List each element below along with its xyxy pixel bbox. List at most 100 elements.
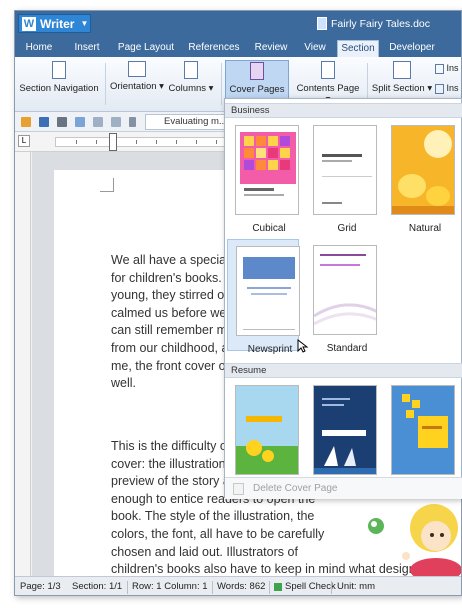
section-navigation-label: Section Navigation [19, 83, 99, 94]
app-menu-button[interactable]: W Writer ▼ [18, 14, 91, 33]
ruler-tick [196, 140, 197, 144]
contents-page-icon [321, 61, 335, 79]
insert-label-2: Ins [446, 83, 459, 93]
insert-icon [435, 63, 444, 74]
spell-check-icon [274, 582, 282, 591]
ruler-tick [76, 140, 77, 144]
newsprint-thumbnail [236, 246, 300, 336]
resume-3-thumbnail [391, 385, 455, 475]
section-navigation-icon [52, 61, 66, 79]
chevron-down-icon: ▼ [80, 19, 89, 28]
spell-check-label: Spell Check [285, 581, 336, 592]
app-name: Writer [40, 16, 75, 31]
contents-page-label: Contents Page [296, 83, 360, 94]
tab-view[interactable]: View [299, 40, 331, 57]
cover-item-resume-1[interactable] [227, 379, 299, 475]
title-bar: W Writer ▼ Fairly Fairy Tales.doc [15, 11, 461, 37]
vertical-ruler [15, 152, 31, 576]
undo-icon[interactable] [93, 117, 103, 127]
cover-item-label: Grid [337, 223, 357, 234]
resume-2-thumbnail [313, 385, 377, 475]
cover-item-standard[interactable]: Standard [305, 239, 377, 354]
gallery-section-resume: Resume [225, 363, 462, 378]
columns-button[interactable]: Columns ▾ [167, 60, 215, 108]
ribbon-divider [105, 63, 106, 105]
tab-developer[interactable]: Developer [385, 40, 439, 57]
tab-section[interactable]: Section [337, 40, 379, 57]
status-section[interactable]: Section: 1/1 [72, 581, 122, 592]
columns-icon [184, 61, 198, 79]
cover-pages-icon [250, 62, 264, 80]
tab-references[interactable]: References [185, 40, 243, 57]
insert-button-2[interactable]: Ins [435, 83, 461, 99]
tab-stop-icon[interactable]: L [18, 135, 30, 147]
ruler-scale [55, 137, 235, 147]
cover-pages-label: Cover Pages [229, 84, 285, 95]
cover-item-newsprint[interactable]: Newsprint [227, 239, 300, 355]
redo-icon[interactable] [111, 117, 121, 127]
indent-marker[interactable] [109, 133, 117, 151]
split-section-label: Split Section [371, 83, 425, 94]
cover-item-natural[interactable]: Natural [383, 119, 455, 234]
cover-pages-gallery: Business Cubical Grid Natural Newsprint … [224, 98, 462, 499]
orientation-icon [128, 61, 146, 77]
mouse-cursor-icon [297, 338, 309, 353]
delete-cover-page-button[interactable]: Delete Cover Page [225, 477, 462, 499]
status-bar: Page: 1/3 Section: 1/1 Row: 1 Column: 1 … [15, 576, 461, 595]
insert-label-1: Ins [446, 63, 459, 73]
standard-thumbnail [313, 245, 377, 335]
document-tab[interactable]: Evaluating m... [145, 114, 225, 130]
resume-1-thumbnail [235, 385, 299, 475]
ruler-tick [216, 140, 217, 144]
status-row-column[interactable]: Row: 1 Column: 1 [132, 581, 208, 592]
status-divider [212, 581, 213, 594]
ruler-tick [156, 140, 157, 144]
customize-toolbar-icon[interactable] [129, 117, 136, 127]
delete-cover-icon [233, 483, 244, 495]
save-icon[interactable] [39, 117, 49, 127]
ribbon-tabs: Home Insert Page Layout References Revie… [15, 37, 461, 57]
document-tab-label: Evaluating m... [164, 116, 225, 127]
orientation-label: Orientation [110, 81, 157, 92]
status-divider [127, 581, 128, 594]
orientation-button[interactable]: Orientation ▾ [109, 60, 165, 108]
gallery-section-business: Business [225, 103, 462, 118]
cover-item-label: Standard [326, 343, 368, 354]
natural-thumbnail [391, 125, 455, 215]
ruler-tick [136, 140, 137, 144]
status-unit[interactable]: Unit: mm [337, 581, 375, 592]
document-icon [317, 17, 327, 30]
cover-item-resume-2[interactable] [305, 379, 377, 475]
margin-mark [100, 178, 114, 192]
tab-home[interactable]: Home [19, 40, 59, 57]
status-page[interactable]: Page: 1/3 [20, 581, 61, 592]
cover-item-label: Cubical [252, 223, 286, 234]
print-preview-icon[interactable] [75, 117, 85, 127]
cover-item-cubical[interactable]: Cubical [227, 119, 299, 234]
split-section-icon [393, 61, 411, 79]
open-icon[interactable] [21, 117, 31, 127]
insert-icon [435, 83, 444, 94]
document-title: Fairly Fairy Tales.doc [317, 17, 430, 30]
tab-review[interactable]: Review [251, 40, 291, 57]
tab-page-layout[interactable]: Page Layout [115, 40, 177, 57]
cover-item-resume-3[interactable] [383, 379, 455, 475]
columns-label: Columns [168, 83, 207, 94]
section-navigation-button[interactable]: Section Navigation [19, 60, 99, 108]
status-words[interactable]: Words: 862 [217, 581, 265, 592]
grid-thumbnail [313, 125, 377, 215]
status-divider [331, 581, 332, 594]
tab-insert[interactable]: Insert [67, 40, 107, 57]
insert-button-1[interactable]: Ins [435, 63, 461, 79]
cover-item-grid[interactable]: Grid [305, 119, 377, 234]
ruler-tick [176, 140, 177, 144]
document-title-text: Fairly Fairy Tales.doc [331, 17, 431, 30]
writer-logo-icon: W [22, 16, 36, 31]
cover-item-label: Natural [408, 223, 442, 234]
ribbon-divider [221, 63, 222, 105]
spell-check-button[interactable]: Spell Check [274, 581, 336, 592]
delete-cover-page-label: Delete Cover Page [253, 483, 338, 494]
print-icon[interactable] [57, 117, 67, 127]
status-divider [269, 581, 270, 594]
cubical-thumbnail [235, 125, 299, 215]
